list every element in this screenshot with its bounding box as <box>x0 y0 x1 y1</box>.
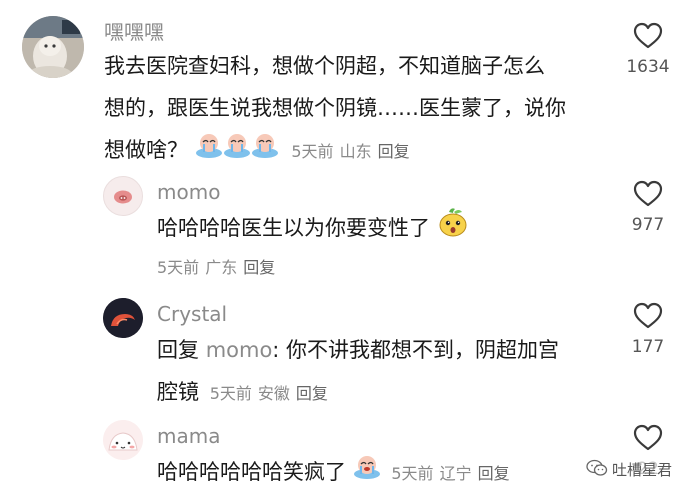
comment-text: 我去医院查妇科，想做个阴超，不知道脑子怎么 想的，跟医生说我想做个阴镜……医生蒙… <box>104 45 604 173</box>
reply-button[interactable]: 回复 <box>243 258 275 277</box>
like-button[interactable]: 177 <box>618 302 678 357</box>
heart-outline-icon <box>633 424 663 451</box>
username[interactable]: momo <box>157 180 220 204</box>
username[interactable]: 嘿嘿嘿 <box>104 16 164 45</box>
comment-meta: 5天前 广东 回复 <box>157 254 281 278</box>
wechat-icon <box>586 459 608 481</box>
avatar[interactable] <box>22 16 84 78</box>
comment-location: 广东 <box>205 258 238 277</box>
comment-text-line: 腔镜 5天前 安徽 回复 <box>157 371 597 415</box>
reply-button[interactable]: 回复 <box>296 384 328 403</box>
comment-text-line: : 你不讲我都想不到，阴超加宫 <box>272 338 560 362</box>
like-count: 977 <box>631 215 665 235</box>
like-button[interactable]: 977 <box>618 180 678 235</box>
shocked-face-emoji-icon <box>437 207 469 251</box>
comment-time: 5天前 <box>391 464 434 483</box>
like-count: 1634 <box>626 57 670 77</box>
comment-time: 5天前 <box>157 258 200 277</box>
comment-time: 5天前 <box>291 142 334 161</box>
comment-text-line: 想做啥？ <box>104 129 604 173</box>
comment-meta: 5天前 辽宁 回复 <box>391 464 515 483</box>
heart-outline-icon <box>633 22 663 49</box>
username[interactable]: Crystal <box>157 302 227 326</box>
comment-text-line: 想的，跟医生说我想做个阴镜……医生蒙了，说你 <box>104 96 566 120</box>
avatar[interactable] <box>103 298 143 338</box>
comment-location: 安徽 <box>257 384 290 403</box>
reply-prefix: 回复 <box>157 338 199 362</box>
comment-text-line: 回复 momo: 你不讲我都想不到，阴超加宫 <box>157 329 597 371</box>
like-button[interactable]: 1634 <box>618 22 678 77</box>
crying-emoji-icon <box>195 129 279 173</box>
reply-button[interactable]: 回复 <box>478 464 510 483</box>
reply-button[interactable]: 回复 <box>378 142 410 161</box>
comment-meta: 5天前 安徽 回复 <box>210 384 334 403</box>
comment-location: 山东 <box>339 142 372 161</box>
comment-text: 哈哈哈哈医生以为你要变性了 <box>157 207 597 251</box>
comment-text-line: 哈哈哈哈医生以为你要变性了 <box>157 207 597 251</box>
comment-text-line: 哈哈哈哈哈哈笑疯了 5天前 辽宁 回复 <box>157 451 597 495</box>
watermark-text: 吐槽星君 <box>611 460 672 479</box>
username[interactable]: mama <box>157 424 220 448</box>
avatar[interactable] <box>103 420 143 460</box>
comment-text-line: 想做啥？ <box>104 138 188 162</box>
comment-text-line: 哈哈哈哈医生以为你要变性了 <box>157 216 430 240</box>
heart-outline-icon <box>633 302 663 329</box>
comment-text-line: 我去医院查妇科，想做个阴超，不知道脑子怎么 <box>104 54 545 78</box>
mention-link[interactable]: momo <box>206 338 273 362</box>
comment-location: 辽宁 <box>439 464 472 483</box>
like-count: 177 <box>631 337 665 357</box>
avatar[interactable] <box>103 176 143 216</box>
comment-text: 哈哈哈哈哈哈笑疯了 5天前 辽宁 回复 <box>157 451 597 495</box>
comment-text: 回复 momo: 你不讲我都想不到，阴超加宫 腔镜 5天前 安徽 回复 <box>157 329 597 415</box>
comment-meta: 5天前 山东 回复 <box>291 142 415 161</box>
watermark: 吐槽星君 <box>586 459 672 482</box>
comment-text-line: 哈哈哈哈哈哈笑疯了 <box>157 460 346 484</box>
comment-time: 5天前 <box>209 384 252 403</box>
heart-outline-icon <box>633 180 663 207</box>
laughing-crying-emoji-icon <box>353 452 381 494</box>
comment-text-line: 腔镜 <box>157 380 199 404</box>
